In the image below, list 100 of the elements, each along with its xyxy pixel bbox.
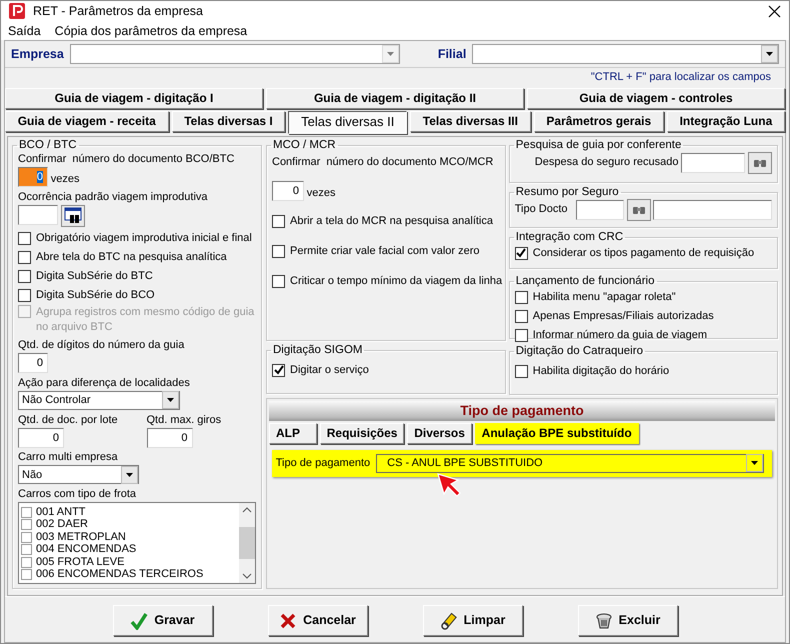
checkbox-label: Habilita digitação do horário: [532, 364, 670, 379]
checkbox[interactable]: [21, 532, 32, 542]
scroll-down-icon[interactable]: [242, 573, 252, 579]
checkbox-label: Digita SubSérie do BTC: [36, 269, 153, 284]
hint-text: "CTRL + F" para localizar os campos: [590, 70, 772, 86]
field-label: Empresa: [11, 46, 64, 63]
field-label: Qtd. de dígitos do número da guia: [18, 338, 186, 353]
caret-icon: [386, 51, 395, 58]
field-label: Filial: [438, 46, 466, 63]
field-label: Qtd. max. giros: [146, 412, 222, 428]
action-button[interactable]: Gravar: [112, 605, 212, 636]
group-title: MCO / MCR: [272, 138, 337, 152]
field-label: Qtd. de doc. por lote: [18, 412, 119, 428]
tab[interactable]: Telas diversas II: [288, 110, 408, 134]
tab[interactable]: Guia de viagem - digitação I: [5, 88, 263, 109]
trash-icon: [594, 612, 613, 630]
action-button[interactable]: Cancelar: [268, 605, 368, 636]
tab[interactable]: ALP: [269, 423, 317, 444]
tab[interactable]: Anulação BPE substituído: [474, 423, 639, 444]
checkbox-label: Apenas Empresas/Filiais autorizadas: [532, 308, 714, 324]
dropdown-button[interactable]: [162, 391, 179, 410]
checkbox[interactable]: [514, 364, 528, 378]
tab[interactable]: Telas diversas I: [172, 110, 286, 132]
dropdown-button[interactable]: [761, 45, 778, 64]
checkbox[interactable]: [272, 214, 285, 228]
input-field[interactable]: 0: [18, 353, 48, 373]
caret-icon: [125, 472, 134, 478]
tab[interactable]: Telas diversas III: [410, 110, 531, 132]
tab[interactable]: Requisições: [320, 423, 404, 444]
menu-item[interactable]: Cópia dos parâmetros da empresa: [54, 22, 248, 40]
checkbox[interactable]: [21, 506, 32, 518]
caret-icon: [750, 460, 760, 466]
cross-icon: [279, 612, 298, 630]
input-field[interactable]: [681, 152, 746, 173]
panel-header: Tipo de pagamento: [269, 400, 775, 420]
tab[interactable]: Guia de viagem - controles: [527, 88, 785, 109]
action-button[interactable]: Limpar: [422, 605, 522, 636]
window-title: RET - Parâmetros da empresa: [33, 2, 204, 20]
field-label: Tipo Docto: [514, 202, 568, 218]
payment-type-dropdown[interactable]: CS - ANUL BPE SUBSTITUIDO: [376, 454, 764, 473]
checkbox[interactable]: [21, 569, 32, 580]
checkbox[interactable]: [514, 290, 528, 304]
pointer-arrow-icon: [436, 472, 462, 498]
scroll-up-icon[interactable]: [242, 507, 252, 513]
checkbox-label: Considerar os tipos pagamento de requisição: [532, 246, 754, 261]
group-title: BCO / BTC: [18, 138, 78, 152]
group-title: Digitação SIGOM: [272, 344, 364, 356]
action-button[interactable]: Excluir: [578, 605, 678, 636]
tab[interactable]: Guia de viagem - digitação II: [266, 88, 524, 109]
checkbox-label: Informar número da guia de viagem: [532, 328, 708, 343]
close-icon[interactable]: [768, 4, 781, 18]
checkbox[interactable]: [272, 364, 285, 376]
caret-icon: [166, 397, 175, 404]
checkbox[interactable]: [514, 310, 528, 323]
group-title: Pesquisa de guia por conferente: [514, 138, 682, 152]
checkbox-label: Permite criar vale facial com valor zero: [290, 244, 480, 258]
menu-item[interactable]: Saída: [8, 22, 41, 40]
checkbox-label: Criticar o tempo mínimo da viagem da linha: [290, 274, 502, 288]
dropdown-button[interactable]: [121, 466, 138, 484]
input-field[interactable]: 0: [146, 428, 192, 448]
tab[interactable]: Diversos: [407, 423, 472, 444]
lookup-button[interactable]: [60, 204, 85, 226]
input-field[interactable]: [653, 200, 772, 220]
input-field[interactable]: 0: [18, 428, 64, 448]
checkbox[interactable]: [21, 556, 32, 568]
checkbox[interactable]: [272, 244, 285, 258]
checkbox[interactable]: [21, 519, 32, 530]
tab[interactable]: Guia de viagem - receita: [5, 110, 168, 132]
input-field[interactable]: 0: [272, 180, 304, 200]
input-field[interactable]: [576, 200, 624, 220]
company-dropdown[interactable]: [70, 44, 400, 64]
checkbox-label: Digitar o serviço: [290, 362, 369, 378]
company-dropdown[interactable]: Não: [18, 465, 139, 484]
field-label: Ocorrência padrão viagem improdutiva: [18, 190, 209, 204]
field-label: Ação para diferença de localidades: [18, 376, 191, 391]
action-dropdown[interactable]: Não Controlar: [18, 390, 180, 410]
checkbox[interactable]: [514, 328, 528, 342]
input-field[interactable]: 0: [18, 166, 48, 187]
field-label: Carro multi empresa: [18, 450, 119, 466]
group-title: Lançamento de funcionário: [514, 274, 656, 288]
checkbox-label: Abrir a tela do MCR na pesquisa analítica: [290, 214, 493, 228]
scrollbar[interactable]: [239, 503, 255, 583]
checkbox[interactable]: [18, 270, 31, 284]
checkbox[interactable]: [18, 232, 31, 246]
checkbox-label: Abre tela do BTC na pesquisa analítica: [36, 250, 227, 266]
checkbox[interactable]: [514, 246, 528, 260]
group-title: Resumo por Seguro: [514, 186, 620, 199]
check-icon: [130, 612, 148, 630]
group-title: Integração com CRC: [514, 230, 624, 244]
checkbox[interactable]: [21, 544, 32, 555]
field-label: Tipo de pagamento: [276, 456, 370, 471]
checkbox[interactable]: [272, 274, 285, 288]
checkbox[interactable]: [18, 251, 31, 264]
dropdown-button[interactable]: [746, 454, 764, 472]
tab[interactable]: Parâmetros gerais: [534, 110, 664, 132]
unit-label: vezes: [306, 186, 336, 200]
tab[interactable]: Integração Luna: [666, 110, 785, 132]
checkbox[interactable]: [18, 289, 31, 302]
field-label: Despesa do seguro recusado: [534, 155, 678, 170]
input-field[interactable]: [18, 204, 58, 224]
